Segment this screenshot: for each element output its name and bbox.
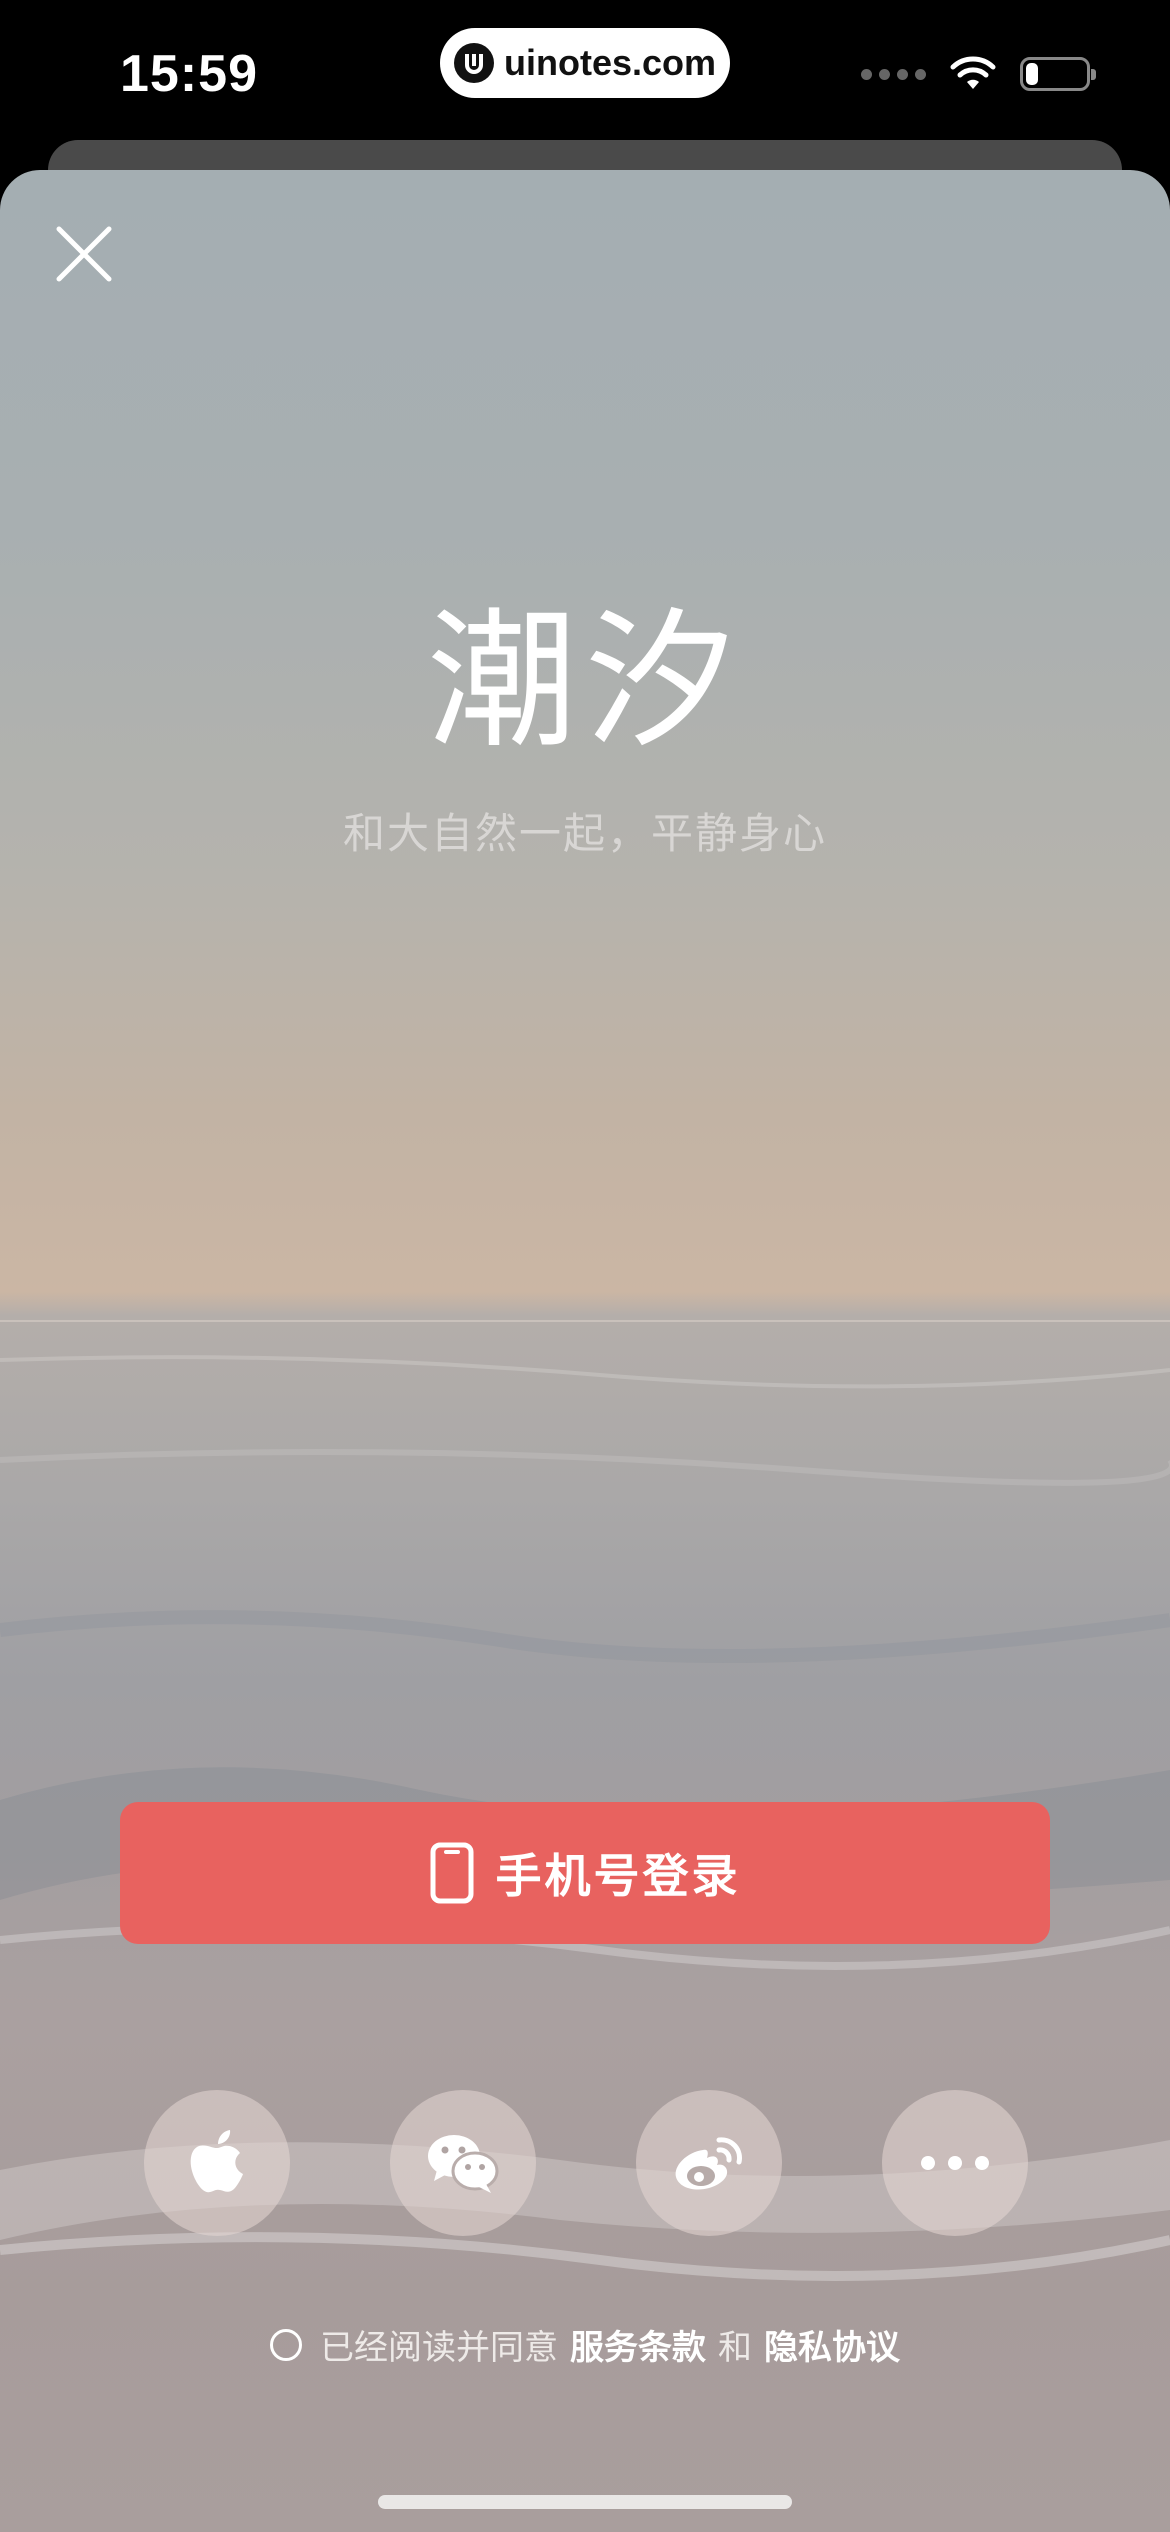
close-icon: [56, 226, 112, 282]
social-login-row: [0, 2090, 1170, 2236]
status-bar: 15:59 uinotes.com: [0, 0, 1170, 150]
close-button[interactable]: [52, 222, 116, 286]
agreement-prefix: 已经阅读并同意: [320, 2328, 558, 2368]
status-time: 15:59: [120, 45, 258, 103]
home-indicator: [378, 2495, 792, 2509]
site-logo-icon: [453, 43, 494, 83]
more-icon: [921, 2156, 989, 2170]
app-title: 潮汐: [426, 595, 743, 769]
battery-icon: [1020, 57, 1096, 91]
status-indicators: [861, 55, 1096, 93]
apple-login-button[interactable]: [144, 2090, 290, 2236]
agreement-row: 已经阅读并同意 服务条款 和 隐私协议: [0, 2320, 1170, 2369]
app-subtitle: 和大自然一起，平静身心: [342, 809, 827, 858]
agreement-and: 和: [718, 2328, 752, 2368]
screen: 15:59 uinotes.com 潮汐 和大自然一起，平静身心 手机号登录 已…: [0, 0, 1170, 2532]
cellular-signal-icon: [861, 68, 926, 80]
agreement-checkbox[interactable]: [270, 2328, 302, 2361]
terms-of-service-link[interactable]: 服务条款: [570, 2320, 706, 2369]
more-login-button[interactable]: [882, 2090, 1028, 2236]
wifi-icon: [950, 56, 996, 89]
weibo-login-button[interactable]: [636, 2090, 782, 2236]
privacy-policy-link[interactable]: 隐私协议: [764, 2320, 900, 2369]
wechat-icon: [428, 2135, 499, 2193]
battery-fill: [1026, 63, 1038, 85]
phone-icon: [430, 1842, 473, 1904]
phone-login-label: 手机号登录: [495, 1849, 741, 1903]
login-sheet: 潮汐 和大自然一起，平静身心 手机号登录 已经阅读并同意 服务条款 和 隐私协议: [0, 170, 1170, 2532]
phone-login-button[interactable]: 手机号登录: [120, 1802, 1050, 1944]
wechat-login-button[interactable]: [390, 2090, 536, 2236]
apple-icon: [190, 2130, 243, 2193]
weibo-icon: [675, 2137, 742, 2190]
url-pill[interactable]: uinotes.com: [440, 28, 730, 98]
url-text: uinotes.com: [503, 42, 717, 83]
